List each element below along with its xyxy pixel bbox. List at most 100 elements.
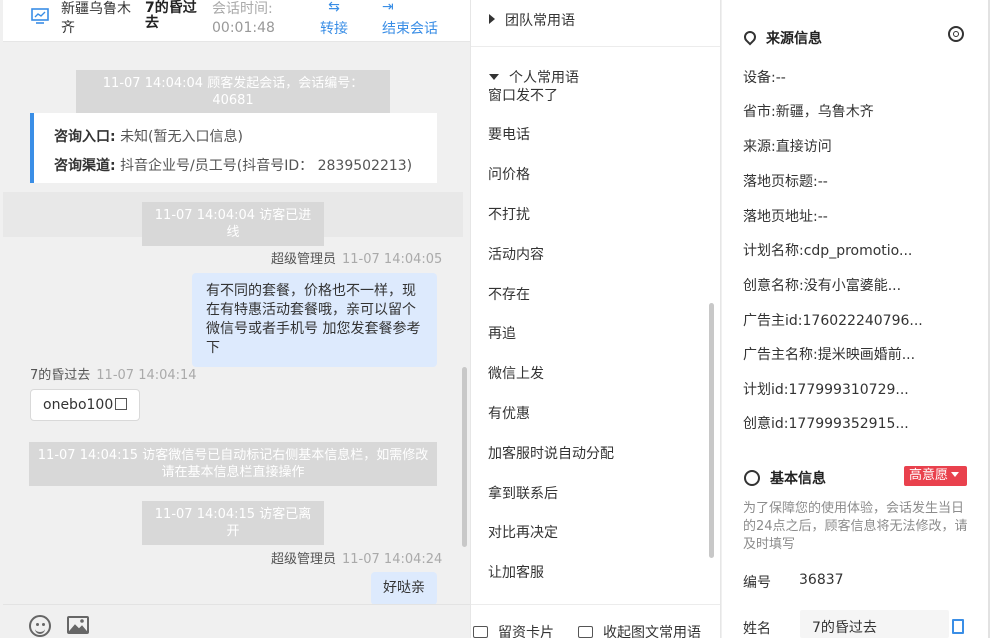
consult-entry-row: 咨询入口: 未知(暂无入口信息)	[54, 123, 437, 152]
source-field: 落地页地址:--	[743, 206, 828, 226]
caret-right-icon	[489, 14, 495, 24]
visitor-message-bubble[interactable]: onebo100	[30, 389, 141, 421]
document-icon[interactable]	[952, 619, 964, 634]
quick-phrases-panel: 团队常用语 个人常用语 窗口发不了 要电话 问价格 不打扰 活动内容 不存在 再…	[470, 0, 721, 638]
field-label: 广告主id:	[743, 313, 803, 329]
user-icon	[744, 470, 760, 486]
name-input[interactable]: 7的昏过去	[800, 610, 949, 638]
phrase-item[interactable]: 让加客服	[488, 562, 544, 582]
settings-icon[interactable]	[948, 26, 964, 42]
edit-notice: 为了保障您的使用体验，会话发生当日的24点之后，顾客信息将无法修改，请及时填写	[743, 501, 968, 552]
system-message: 11-07 14:04:15 访客微信号已自动标记右侧基本信息栏，如需修改请在基…	[29, 442, 437, 486]
visitor-message-meta: 7的昏过去 11-07 14:04:14	[30, 364, 197, 383]
field-value: 176022240796...	[802, 313, 923, 329]
field-label: 广告主名称:	[743, 347, 818, 363]
agent-message-time: 11-07 14:04:24	[342, 552, 443, 567]
source-field: 计划id:177999310729...	[743, 379, 909, 399]
transfer-label: 转接	[320, 21, 348, 37]
field-label: 计划id:	[743, 382, 789, 398]
field-label: 创意名称:	[743, 278, 804, 294]
card-icon	[473, 626, 488, 638]
phrase-item[interactable]: 窗口发不了	[488, 85, 558, 105]
agent-message-meta: 超级管理员 11-07 14:04:24	[271, 548, 442, 567]
consult-channel-label: 咨询渠道:	[54, 158, 116, 174]
phrase-group-label: 个人常用语	[509, 70, 579, 86]
save-card-label: 留资卡片	[498, 625, 554, 638]
exit-icon: ⇥	[382, 0, 394, 15]
phrase-item[interactable]: 再追	[488, 323, 516, 343]
intent-level-dropdown[interactable]: 高意愿	[904, 466, 967, 486]
phrase-item[interactable]: 拿到联系后	[488, 483, 558, 503]
message-list[interactable]: 11-07 14:04:04 顾客发起会话，会话编号：40681 咨询入口: 未…	[3, 42, 465, 604]
visitor-message-time: 11-07 14:04:14	[96, 368, 197, 383]
transfer-icon: ⇆	[328, 0, 340, 15]
field-value: 177999352915...	[788, 416, 909, 432]
visitor-message-text: onebo100	[43, 397, 114, 413]
transfer-button[interactable]: ⇆ 转接	[317, 0, 351, 38]
field-value: cdp_promotio...	[803, 243, 913, 259]
basic-info-heading: 基本信息	[744, 468, 826, 488]
field-label: 落地页地址:	[743, 209, 818, 225]
agent-name: 超级管理员	[271, 552, 337, 567]
consult-channel-row: 咨询渠道: 抖音企业号/员工号(抖音号ID： 2839502213)	[54, 152, 437, 181]
agent-message-time: 11-07 14:04:05	[342, 252, 443, 267]
field-value: 提米映画婚前...	[817, 347, 916, 363]
collapse-phrases-label: 收起图文常用语	[603, 625, 701, 638]
chat-scrollbar[interactable]	[462, 367, 467, 547]
source-field: 计划名称:cdp_promotio...	[743, 240, 912, 260]
image-icon[interactable]	[67, 616, 89, 634]
visitor-name: 7的昏过去	[145, 0, 197, 31]
source-info-heading: 来源信息	[741, 28, 822, 48]
field-value: --	[817, 209, 828, 225]
caret-down-icon	[951, 472, 960, 477]
caret-down-icon	[489, 74, 499, 80]
emoji-icon[interactable]	[29, 615, 51, 637]
visitor-info-panel: 来源信息 设备:-- 省市:新疆，乌鲁木齐 来源:直接访问 落地页标题:-- 落…	[722, 0, 990, 638]
source-info-title: 来源信息	[766, 31, 822, 47]
phrases-scrollbar[interactable]	[709, 303, 714, 558]
field-label: 创意id:	[743, 416, 789, 432]
phrase-item[interactable]: 加客服时说自动分配	[488, 443, 614, 463]
field-label: 落地页标题:	[743, 174, 818, 190]
collapse-phrases-button[interactable]: 收起图文常用语	[578, 622, 701, 638]
phrase-item[interactable]: 不存在	[488, 284, 530, 304]
source-field: 广告主id:176022240796...	[743, 310, 923, 330]
phrase-item[interactable]: 要电话	[488, 124, 530, 144]
source-field: 省市:新疆，乌鲁木齐	[743, 101, 874, 121]
divider	[471, 46, 720, 47]
phrase-item[interactable]: 不打扰	[488, 204, 530, 224]
id-field-label: 编号	[743, 575, 771, 591]
phrase-group-personal[interactable]: 个人常用语	[489, 67, 579, 87]
field-label: 来源:	[743, 139, 776, 155]
phrase-item[interactable]: 有优惠	[488, 403, 530, 423]
visitor-message-name: 7的昏过去	[30, 368, 91, 383]
phrases-footer: 留资卡片 收起图文常用语	[471, 604, 720, 638]
agent-message-meta: 超级管理员 11-07 14:04:05	[271, 248, 442, 267]
phrase-item[interactable]: 微信上发	[488, 363, 544, 383]
copy-icon[interactable]	[115, 398, 128, 410]
end-session-button[interactable]: ⇥ 结束会话	[382, 0, 442, 38]
field-value: 没有小富婆能...	[803, 278, 902, 294]
location-pin-icon	[741, 28, 759, 46]
chat-panel: 新疆乌鲁木齐 7的昏过去 会话时间: 00:01:48 ⇆ 转接 ⇥ 结束会话 …	[0, 0, 470, 638]
system-message: 11-07 14:04:15 访客已离开	[142, 501, 324, 545]
consult-channel-value: 抖音企业号/员工号(抖音号ID： 2839502213)	[120, 158, 413, 174]
basic-info-title: 基本信息	[770, 471, 826, 487]
save-card-button[interactable]: 留资卡片	[473, 622, 554, 638]
source-field: 创意id:177999352915...	[743, 413, 909, 433]
name-field-label: 姓名	[743, 621, 771, 637]
system-message: 11-07 14:04:04 顾客发起会话，会话编号：40681	[76, 70, 390, 114]
agent-name: 超级管理员	[271, 252, 337, 267]
app-root: 新疆乌鲁木齐 7的昏过去 会话时间: 00:01:48 ⇆ 转接 ⇥ 结束会话 …	[0, 0, 990, 638]
chat-header: 新疆乌鲁木齐 7的昏过去 会话时间: 00:01:48 ⇆ 转接 ⇥ 结束会话	[3, 0, 470, 42]
phrase-item[interactable]: 活动内容	[488, 244, 544, 264]
phrase-group-team[interactable]: 团队常用语	[489, 10, 575, 30]
id-field-value: 36837	[799, 572, 844, 588]
monitor-icon	[31, 8, 49, 24]
source-field: 广告主名称:提米映画婚前...	[743, 344, 915, 364]
field-value: --	[817, 174, 828, 190]
phrase-item[interactable]: 对比再决定	[488, 522, 558, 542]
system-message: 11-07 14:04:04 访客已进线	[142, 202, 324, 246]
phrase-item[interactable]: 问价格	[488, 164, 530, 184]
consult-info-card: 咨询入口: 未知(暂无入口信息) 咨询渠道: 抖音企业号/员工号(抖音号ID： …	[30, 113, 437, 183]
